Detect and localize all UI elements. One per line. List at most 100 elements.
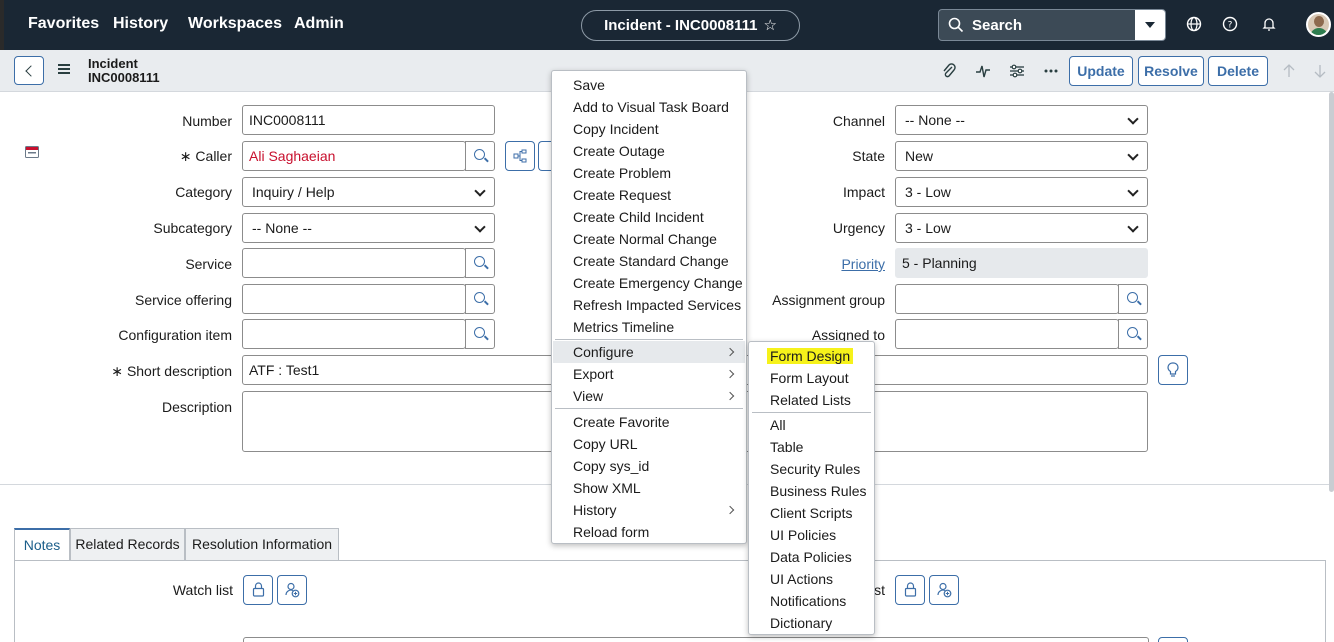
category-select[interactable]: Inquiry / Help <box>242 177 495 207</box>
activity-icon[interactable] <box>974 62 992 80</box>
description-label: Description <box>161 399 232 415</box>
nav-favorites[interactable]: Favorites <box>28 15 99 33</box>
menu-item-show-xml[interactable]: Show XML <box>553 477 641 499</box>
back-button[interactable] <box>14 56 44 85</box>
form-design-highlight: Form Design <box>767 348 854 364</box>
assigned-to-field[interactable] <box>895 319 1119 349</box>
submenu-item-related-lists[interactable]: Related Lists <box>750 389 851 411</box>
submenu-item-table[interactable]: Table <box>750 436 803 458</box>
service-offering-lookup-button[interactable] <box>465 284 495 314</box>
delete-button[interactable]: Delete <box>1208 56 1268 86</box>
service-offering-field[interactable] <box>242 284 466 314</box>
submenu-item-ui-policies[interactable]: UI Policies <box>750 524 836 546</box>
menu-item-copy-url[interactable]: Copy URL <box>553 433 638 455</box>
service-lookup-button[interactable] <box>465 248 495 278</box>
caller-label: ∗ Caller <box>100 148 232 165</box>
assignment-group-field[interactable] <box>895 284 1119 314</box>
menu-item-metrics-timeline[interactable]: Metrics Timeline <box>553 316 674 338</box>
state-select[interactable]: New <box>895 141 1148 171</box>
work-notes-add-me-button[interactable] <box>929 575 959 605</box>
tab-resolution-information[interactable]: Resolution Information <box>185 528 339 560</box>
work-notes-lock-button[interactable] <box>895 575 925 605</box>
menu-item-create-problem[interactable]: Create Problem <box>553 162 671 184</box>
submenu-item-client-scripts[interactable]: Client Scripts <box>750 502 852 524</box>
menu-item-create-standard-change[interactable]: Create Standard Change <box>553 250 729 272</box>
menu-item-create-favorite[interactable]: Create Favorite <box>553 411 669 433</box>
global-search[interactable]: Search <box>938 9 1166 41</box>
lock-icon <box>904 582 917 597</box>
configuration-item-field[interactable] <box>242 319 466 349</box>
notes-field[interactable] <box>243 637 1149 642</box>
watch-list-lock-button[interactable] <box>243 575 273 605</box>
submenu-item-dictionary[interactable]: Dictionary <box>750 612 832 634</box>
caller-card-icon[interactable] <box>25 146 39 158</box>
nav-history[interactable]: History <box>113 15 168 33</box>
suggestion-button[interactable] <box>1158 355 1188 385</box>
context-menu: Save Add to Visual Task Board Copy Incid… <box>551 70 747 544</box>
record-title: Incident - INC0008111 <box>604 17 758 34</box>
caller-extra-button[interactable] <box>538 141 552 171</box>
caller-field[interactable]: Ali Saghaeian <box>242 141 466 171</box>
search-scope-dropdown[interactable] <box>1135 10 1165 40</box>
arrow-up-icon[interactable] <box>1280 62 1298 80</box>
submenu-item-form-design[interactable]: Form Design <box>750 345 854 367</box>
record-title-pill[interactable]: Incident - INC0008111 ☆ <box>581 10 800 41</box>
number-field[interactable]: INC0008111 <box>242 105 495 135</box>
tab-notes[interactable]: Notes <box>14 528 70 561</box>
menu-item-copy-incident[interactable]: Copy Incident <box>553 118 659 140</box>
menu-item-create-request[interactable]: Create Request <box>553 184 671 206</box>
resolve-button[interactable]: Resolve <box>1138 56 1204 86</box>
configuration-item-lookup-button[interactable] <box>465 319 495 349</box>
menu-item-create-outage[interactable]: Create Outage <box>553 140 665 162</box>
submenu-item-notifications[interactable]: Notifications <box>750 590 846 612</box>
menu-item-view[interactable]: View <box>553 385 745 407</box>
assigned-to-lookup-button[interactable] <box>1118 319 1148 349</box>
help-icon[interactable]: ? <box>1221 15 1239 33</box>
submenu-item-business-rules[interactable]: Business Rules <box>750 480 867 502</box>
menu-item-refresh-impacted-services[interactable]: Refresh Impacted Services <box>553 294 741 316</box>
tab-related-records[interactable]: Related Records <box>70 528 185 560</box>
settings-sliders-icon[interactable] <box>1008 62 1026 80</box>
arrow-down-icon[interactable] <box>1311 62 1329 80</box>
priority-link[interactable]: Priority <box>750 256 885 272</box>
subcategory-select[interactable]: -- None -- <box>242 213 495 243</box>
globe-icon[interactable] <box>1185 15 1203 33</box>
paperclip-icon[interactable] <box>940 62 958 80</box>
bell-icon[interactable] <box>1260 15 1278 33</box>
show-related-button[interactable] <box>505 141 535 171</box>
menu-item-export[interactable]: Export <box>553 363 745 385</box>
menu-separator <box>555 408 743 409</box>
star-icon[interactable]: ☆ <box>763 17 776 34</box>
caller-lookup-button[interactable] <box>465 141 495 171</box>
menu-item-add-to-visual-task-board[interactable]: Add to Visual Task Board <box>553 96 729 118</box>
submenu-item-data-policies[interactable]: Data Policies <box>750 546 852 568</box>
menu-item-configure[interactable]: Configure <box>553 341 745 363</box>
submenu-item-all[interactable]: All <box>750 414 786 436</box>
submenu-item-ui-actions[interactable]: UI Actions <box>750 568 833 590</box>
assignment-group-lookup-button[interactable] <box>1118 284 1148 314</box>
menu-item-history[interactable]: History <box>553 499 745 521</box>
menu-item-create-child-incident[interactable]: Create Child Incident <box>553 206 704 228</box>
nav-admin[interactable]: Admin <box>294 15 344 33</box>
submenu-item-security-rules[interactable]: Security Rules <box>750 458 860 480</box>
hamburger-menu-icon[interactable] <box>58 64 70 74</box>
menu-item-create-emergency-change[interactable]: Create Emergency Change <box>553 272 743 294</box>
user-avatar[interactable] <box>1306 12 1331 37</box>
update-button[interactable]: Update <box>1069 56 1133 86</box>
menu-item-save[interactable]: Save <box>553 74 605 96</box>
notes-extra-button[interactable] <box>1158 637 1188 642</box>
more-options-icon[interactable] <box>1042 62 1060 80</box>
impact-select[interactable]: 3 - Low <box>895 177 1148 207</box>
impact-label: Impact <box>842 184 885 200</box>
header-table-name: Incident <box>88 56 138 71</box>
service-field[interactable] <box>242 248 466 278</box>
menu-item-copy-sys-id[interactable]: Copy sys_id <box>553 455 649 477</box>
menu-item-create-normal-change[interactable]: Create Normal Change <box>553 228 717 250</box>
urgency-select[interactable]: 3 - Low <box>895 213 1148 243</box>
menu-item-reload-form[interactable]: Reload form <box>553 521 649 543</box>
page-scrollbar[interactable] <box>1329 92 1334 492</box>
nav-workspaces[interactable]: Workspaces <box>188 15 282 33</box>
channel-select[interactable]: -- None -- <box>895 105 1148 135</box>
submenu-item-form-layout[interactable]: Form Layout <box>750 367 849 389</box>
watch-list-add-me-button[interactable] <box>277 575 307 605</box>
